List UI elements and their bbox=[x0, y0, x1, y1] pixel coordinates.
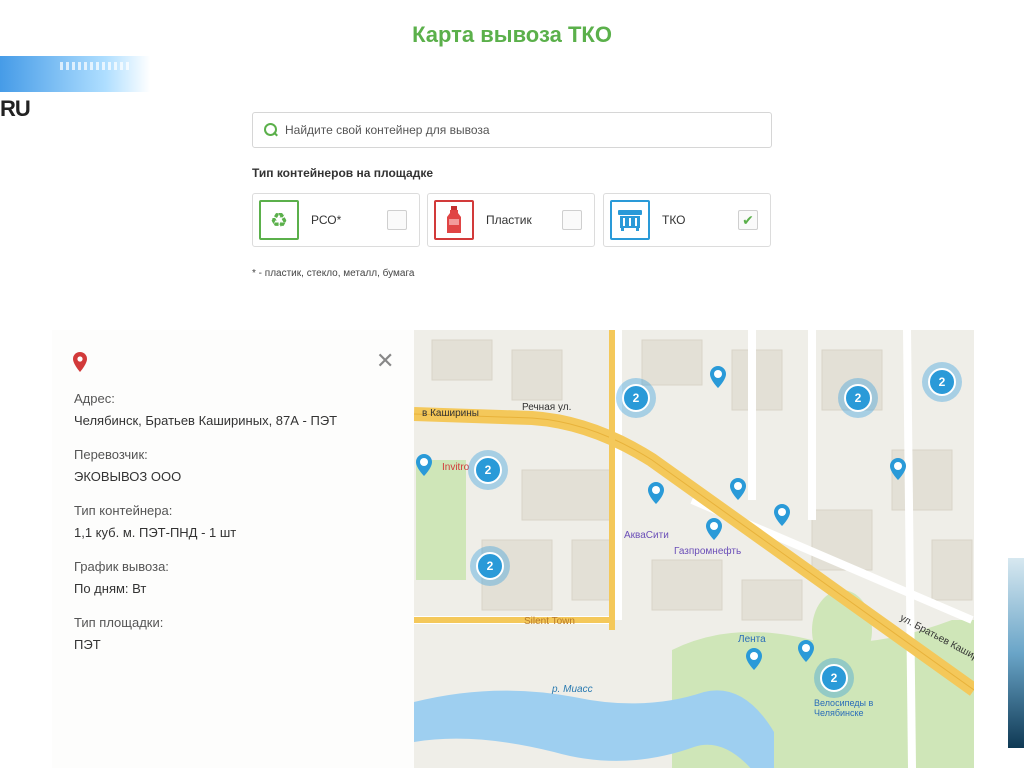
page-title: Карта вывоза ТКО bbox=[412, 22, 612, 47]
container-type-plastic[interactable]: Пластик bbox=[427, 193, 595, 247]
container-type-label: Пластик bbox=[486, 213, 532, 227]
container-type-tko[interactable]: ТКО ✔ bbox=[603, 193, 771, 247]
dumpster-icon bbox=[610, 200, 650, 240]
schedule-value: По дням: Вт bbox=[74, 581, 147, 596]
site-type-value: ПЭТ bbox=[74, 637, 101, 652]
plastic-checkbox[interactable] bbox=[562, 210, 582, 230]
container-type-label: РСО* bbox=[311, 213, 342, 227]
map-pin-icon[interactable] bbox=[746, 648, 762, 670]
tv-channel-banner bbox=[0, 56, 150, 92]
bottle-icon bbox=[434, 200, 474, 240]
map-pin-icon[interactable] bbox=[730, 478, 746, 500]
map-cluster[interactable]: 2 bbox=[470, 546, 510, 586]
carrier-label: Перевозчик: bbox=[74, 447, 148, 462]
screen: RU Карта вывоза ТКО Тип контейнеров на п… bbox=[0, 0, 1024, 768]
address-block: Адрес: Челябинск, Братьев Кашириных, 87А… bbox=[74, 388, 337, 432]
container-label: Тип контейнера: bbox=[74, 503, 173, 518]
map-cluster[interactable]: 2 bbox=[814, 658, 854, 698]
map-label-invitro: Invitro bbox=[442, 462, 470, 473]
street-label-side: Речная ул. bbox=[522, 402, 572, 413]
map-pin-icon[interactable] bbox=[798, 640, 814, 662]
address-value: Челябинск, Братьев Кашириных, 87А - ПЭТ bbox=[74, 413, 338, 428]
map-label-river: р. Миасс bbox=[552, 684, 593, 695]
search-input[interactable] bbox=[285, 123, 745, 137]
footnote: * - пластик, стекло, металл, бумага bbox=[252, 268, 415, 279]
container-info-card: ✕ Адрес: Челябинск, Братьев Кашириных, 8… bbox=[52, 330, 414, 768]
container-block: Тип контейнера: 1,1 куб. м. ПЭТ-ПНД - 1 … bbox=[74, 500, 236, 544]
container-type-rso[interactable]: ♻ РСО* bbox=[252, 193, 420, 247]
map-pin-icon[interactable] bbox=[890, 458, 906, 480]
schedule-label: График вывоза: bbox=[74, 559, 169, 574]
tv-channel-logo: RU bbox=[0, 96, 31, 121]
site-type-block: Тип площадки: ПЭТ bbox=[74, 612, 163, 656]
map-cluster[interactable]: 2 bbox=[922, 362, 962, 402]
check-icon: ✔ bbox=[742, 211, 754, 228]
address-label: Адрес: bbox=[74, 391, 115, 406]
container-value: 1,1 куб. м. ПЭТ-ПНД - 1 шт bbox=[74, 525, 237, 540]
map-pin-icon[interactable] bbox=[710, 366, 726, 388]
street-label-main-top: в Каширины bbox=[422, 408, 479, 419]
tv-side-overlay bbox=[1008, 558, 1024, 748]
map-pin-icon[interactable] bbox=[416, 454, 432, 476]
search-box[interactable] bbox=[252, 112, 772, 148]
map-label-lenta: Лента bbox=[738, 634, 766, 645]
map-pin-icon[interactable] bbox=[706, 518, 722, 540]
map-cluster[interactable]: 2 bbox=[468, 450, 508, 490]
location-pin-icon bbox=[73, 352, 87, 372]
map-label-silent-town: Silent Town bbox=[524, 616, 575, 627]
map-cluster[interactable]: 2 bbox=[838, 378, 878, 418]
container-type-label: ТКО bbox=[662, 213, 686, 227]
rso-checkbox[interactable] bbox=[387, 210, 407, 230]
schedule-block: График вывоза: По дням: Вт bbox=[74, 556, 169, 600]
container-types-heading: Тип контейнеров на площадке bbox=[252, 166, 434, 180]
carrier-block: Перевозчик: ЭКОВЫВОЗ ООО bbox=[74, 444, 181, 488]
map-label-akvasiti: АкваСити bbox=[624, 530, 669, 541]
map-label-velo: Велосипеды в Челябинске bbox=[814, 698, 874, 718]
recycle-icon: ♻ bbox=[259, 200, 299, 240]
map-pin-icon[interactable] bbox=[648, 482, 664, 504]
tko-checkbox[interactable]: ✔ bbox=[738, 210, 758, 230]
search-icon bbox=[264, 123, 278, 137]
carrier-value: ЭКОВЫВОЗ ООО bbox=[74, 469, 182, 484]
map-pin-icon[interactable] bbox=[774, 504, 790, 526]
map-label-gazpromneft: Газпромнефть bbox=[674, 546, 742, 557]
map-cluster[interactable]: 2 bbox=[616, 378, 656, 418]
close-icon[interactable]: ✕ bbox=[376, 348, 394, 374]
site-type-label: Тип площадки: bbox=[74, 615, 164, 630]
